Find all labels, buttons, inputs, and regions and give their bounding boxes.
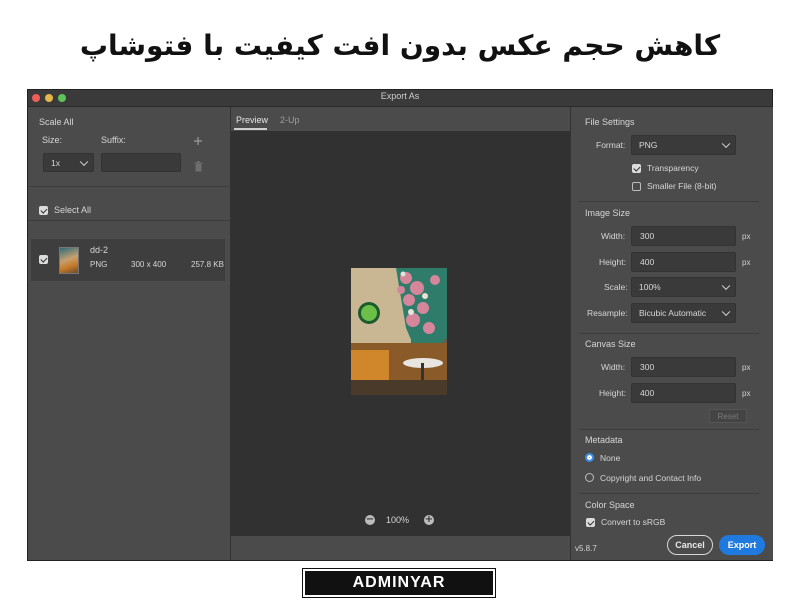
suffix-input[interactable] [101,153,181,172]
asset-dimensions: 300 x 400 [131,260,167,269]
format-dropdown-value: PNG [639,140,658,150]
image-size-heading: Image Size [585,208,631,218]
export-button[interactable]: Export [719,535,765,555]
divider [579,429,759,430]
chevron-down-icon [721,139,731,149]
resample-dropdown[interactable]: Bicubic Automatic [631,303,736,323]
trash-icon[interactable] [194,157,203,172]
image-width-input[interactable]: 300 [631,226,736,246]
canvas-height-input[interactable]: 400 [631,383,736,403]
title-bar: Export As [28,90,772,107]
image-width-label: Width: [601,231,626,241]
canvas-height-label: Height: [599,388,626,398]
image-height-label: Height: [599,257,626,267]
asset-file-size: 257.8 KB [191,260,224,269]
transparency-label: Transparency [647,163,699,173]
preview-canvas[interactable]: − 100% + [231,131,570,536]
chevron-down-icon [721,307,731,317]
divider [28,186,230,187]
preview-image [351,268,447,395]
format-label: Format: [596,140,626,150]
metadata-none-label: None [600,453,621,463]
canvas-width-unit: px [742,363,751,372]
chevron-down-icon [79,157,89,166]
reset-button[interactable]: Reset [709,409,747,423]
tab-2-up[interactable]: 2-Up [280,115,300,125]
metadata-copyright-label: Copyright and Contact Info [600,473,702,483]
metadata-none-radio[interactable] [585,453,594,462]
window-title: Export As [380,91,420,101]
settings-panel: File Settings Format: PNG Transparency S… [570,107,773,560]
divider [579,333,759,334]
divider [579,201,759,202]
scale-all-heading: Scale All [39,117,74,127]
divider [28,220,230,221]
preview-panel: Preview 2-Up − 100% + [231,107,570,560]
scale-dropdown-value: 1x [51,157,60,168]
convert-srgb-label: Convert to sRGB [601,517,666,527]
resample-label: Resample: [587,308,628,318]
image-scale-value: 100% [639,282,661,292]
active-tab-indicator [234,128,267,130]
resample-value: Bicubic Automatic [639,308,707,318]
asset-checkbox[interactable] [39,255,48,264]
canvas-width-input[interactable]: 300 [631,357,736,377]
banner: کاهش حجم عکس بدون افت کیفیت با فتوشاپ [0,0,800,90]
color-space-heading: Color Space [585,500,635,510]
size-label: Size: [42,135,63,145]
adminyar-logo: ADMINYAR [302,568,496,598]
metadata-copyright-radio[interactable] [585,473,594,482]
tab-preview[interactable]: Preview [236,115,268,125]
canvas-size-heading: Canvas Size [585,339,636,349]
metadata-heading: Metadata [585,435,623,445]
asset-name: dd-2 [90,245,109,255]
divider [579,493,759,494]
format-dropdown[interactable]: PNG [631,135,736,155]
banner-title: کاهش حجم عکس بدون افت کیفیت با فتوشاپ [79,28,721,62]
image-width-unit: px [742,232,751,241]
zoom-level: 100% [386,515,410,525]
asset-thumbnail [59,247,79,274]
export-as-window: Export As Scale All Size: Suffix: 1x Sel… [28,90,773,560]
version-label: v5.8.7 [575,544,597,553]
image-height-unit: px [742,258,751,267]
image-scale-dropdown[interactable]: 100% [631,277,736,297]
asset-format: PNG [90,260,108,269]
select-all-label: Select All [54,205,92,215]
smaller-file-label: Smaller File (8-bit) [647,181,717,191]
transparency-checkbox[interactable] [632,164,641,173]
smaller-file-checkbox[interactable] [632,182,641,191]
cancel-button[interactable]: Cancel [667,535,713,555]
suffix-label: Suffix: [101,135,126,145]
scale-dropdown[interactable]: 1x [43,153,94,172]
canvas-width-label: Width: [601,362,626,372]
file-settings-heading: File Settings [585,117,635,127]
chevron-down-icon [721,281,731,291]
canvas-height-unit: px [742,389,751,398]
scale-label: Scale: [604,282,628,292]
zoom-in-icon[interactable]: + [424,515,434,525]
convert-srgb-checkbox[interactable] [586,518,595,527]
asset-row[interactable]: dd-2 PNG 300 x 400 257.8 KB [31,239,225,281]
zoom-out-icon[interactable]: − [365,515,375,525]
image-height-input[interactable]: 400 [631,252,736,272]
select-all-checkbox[interactable] [39,206,48,215]
assets-panel: Scale All Size: Suffix: 1x Select All dd… [28,107,231,560]
plus-icon[interactable] [193,131,203,145]
